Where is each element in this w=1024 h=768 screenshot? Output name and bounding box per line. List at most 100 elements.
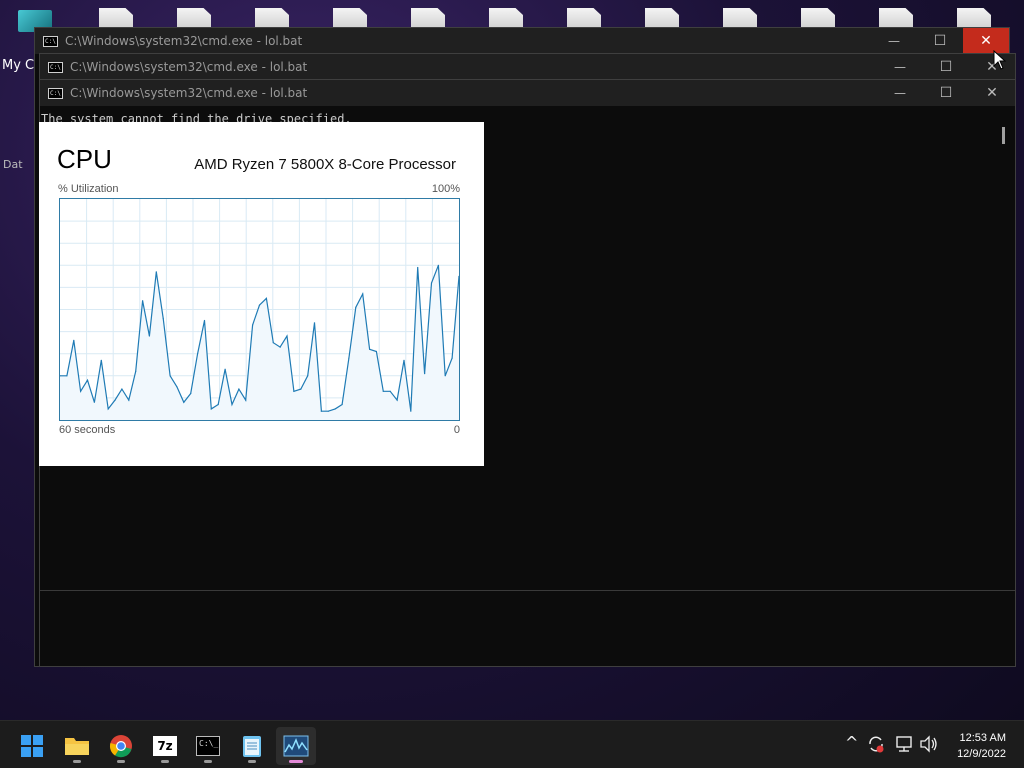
cpu-data-point <box>437 264 439 266</box>
network-icon[interactable] <box>894 735 914 753</box>
cpu-data-point <box>162 317 164 319</box>
sync-icon[interactable] <box>866 734 886 754</box>
pane-divider <box>40 590 1015 591</box>
cpu-data-point <box>203 319 206 322</box>
cpu-data-point <box>403 359 405 361</box>
cpu-data-point <box>451 357 453 359</box>
cmd-icon: C:\ <box>43 35 58 47</box>
minimize-button[interactable]: — <box>877 54 923 80</box>
cpu-chart-svg <box>59 199 460 420</box>
cpu-data-point <box>73 339 75 341</box>
cpu-data-point <box>245 399 247 401</box>
cpu-data-point <box>417 266 419 269</box>
system-clock[interactable]: 12:53 AM 12/9/2022 <box>957 730 1006 762</box>
cpu-data-point <box>121 388 123 390</box>
taskbar-file-explorer[interactable] <box>57 727 97 765</box>
cpu-data-point <box>375 350 377 353</box>
cpu-data-point <box>93 401 95 403</box>
folder-icon <box>65 738 89 755</box>
cpu-data-point <box>114 399 116 401</box>
y-max-label: 100% <box>431 183 460 195</box>
running-indicator <box>117 760 125 763</box>
cpu-data-point <box>424 373 426 375</box>
cpu-data-point <box>396 399 398 401</box>
cpu-data-point <box>430 282 433 284</box>
taskbar-7zip[interactable]: 7z <box>145 727 185 765</box>
cpu-data-point <box>224 368 226 370</box>
scrollbar-thumb[interactable] <box>1002 127 1005 144</box>
desktop-icon-label[interactable]: Dat <box>3 158 23 171</box>
window-titlebar[interactable]: C:\ C:\Windows\system32\cmd.exe - lol.ba… <box>35 28 1009 54</box>
cpu-data-point <box>355 306 357 308</box>
cpu-data-point <box>197 353 199 355</box>
cpu-data-point <box>155 271 157 273</box>
taskbar-chrome[interactable] <box>101 727 141 765</box>
clock-date: 12/9/2022 <box>957 748 1006 760</box>
cpu-data-point <box>66 375 68 377</box>
y-axis-label: % Utilization <box>58 183 119 195</box>
7zip-icon: 7z <box>153 736 177 756</box>
x-axis-right-label: 0 <box>453 424 460 436</box>
cpu-data-point <box>341 403 343 406</box>
cpu-data-point <box>258 304 261 306</box>
cpu-data-point <box>300 388 302 390</box>
cpu-data-point <box>293 390 295 392</box>
window-title: C:\Windows\system32\cmd.exe - lol.bat <box>70 60 308 74</box>
taskbar-task-manager[interactable] <box>276 727 316 765</box>
maximize-button[interactable]: ☐ <box>917 28 963 54</box>
window-titlebar[interactable]: C:\ C:\Windows\system32\cmd.exe - lol.ba… <box>40 54 1015 80</box>
cpu-data-point <box>279 346 281 348</box>
taskbar-notepad[interactable] <box>232 727 272 765</box>
cpu-data-point <box>410 410 412 412</box>
maximize-button[interactable]: ☐ <box>923 80 969 106</box>
cpu-data-point <box>169 375 171 377</box>
cpu-data-point <box>176 386 178 388</box>
cpu-data-point <box>80 390 82 392</box>
cpu-data-point <box>86 379 89 381</box>
running-indicator <box>289 760 303 763</box>
cpu-data-point <box>142 300 144 302</box>
maximize-button[interactable]: ☐ <box>923 54 969 80</box>
cpu-performance-panel[interactable]: CPU AMD Ryzen 7 5800X 8-Core Processor %… <box>39 122 484 466</box>
taskbar-start-button[interactable] <box>12 727 52 765</box>
cpu-data-point <box>307 375 309 377</box>
minimize-button[interactable]: — <box>871 28 917 54</box>
close-button[interactable]: ✕ <box>969 80 1015 106</box>
cpu-data-point <box>327 410 329 412</box>
clock-time: 12:53 AM <box>959 732 1006 744</box>
mouse-cursor-icon <box>993 50 1007 70</box>
cpu-data-point <box>217 403 219 406</box>
running-indicator <box>248 760 256 763</box>
cpu-data-point <box>135 370 137 372</box>
cpu-data-point <box>252 324 254 326</box>
cpu-data-point <box>238 388 240 390</box>
cpu-data-point <box>334 408 336 410</box>
processor-name: AMD Ryzen 7 5800X 8-Core Processor <box>194 156 456 173</box>
cpu-data-point <box>389 390 391 392</box>
cpu-data-point <box>183 401 185 403</box>
cpu-data-point <box>128 399 130 401</box>
chrome-icon <box>109 735 132 758</box>
cpu-data-point <box>444 375 446 377</box>
cpu-data-point <box>348 357 350 359</box>
window-title: C:\Windows\system32\cmd.exe - lol.bat <box>65 34 303 48</box>
tray-overflow-chevron-icon[interactable]: ^ <box>845 733 858 752</box>
desktop-icon-label[interactable]: My C <box>2 58 34 73</box>
cpu-utilization-area <box>60 265 459 420</box>
close-button[interactable]: ✕ <box>969 54 1015 80</box>
volume-icon[interactable] <box>919 735 939 753</box>
x-axis-left-label: 60 seconds <box>59 424 116 436</box>
cpu-data-point <box>382 390 384 392</box>
taskbar-command-prompt[interactable]: C:\_ <box>188 727 228 765</box>
minimize-button[interactable]: — <box>877 80 923 106</box>
cmd-icon: C:\_ <box>196 736 220 756</box>
cpu-data-point <box>320 410 322 412</box>
taskbar: 7z C:\_ ^ 12:53 AM 12/9/2022 <box>0 720 1024 768</box>
window-title: C:\Windows\system32\cmd.exe - lol.bat <box>70 86 308 100</box>
cpu-data-point <box>190 392 192 395</box>
cpu-data-point <box>265 297 267 299</box>
cmd-icon: C:\ <box>48 61 63 73</box>
window-titlebar[interactable]: C:\ C:\Windows\system32\cmd.exe - lol.ba… <box>40 80 1015 106</box>
cpu-data-point <box>313 322 316 324</box>
cpu-data-point <box>148 335 150 337</box>
